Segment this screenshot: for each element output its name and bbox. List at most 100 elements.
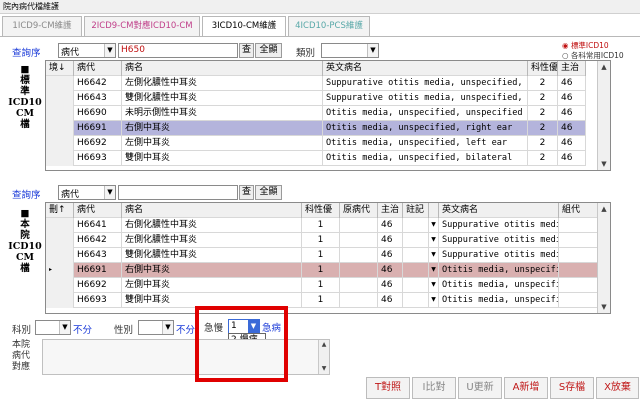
top-query-input[interactable]: H650 — [118, 43, 238, 58]
scroll-up-icon[interactable]: ▲ — [598, 61, 610, 73]
top-side-label: ■ 標 準 ICD10 CM 檔 — [8, 64, 42, 130]
cell-code: H6691 — [74, 263, 122, 278]
scroll-down-icon[interactable]: ▼ — [319, 364, 329, 374]
dept-hint: 不分 — [73, 325, 93, 336]
chevron-down-icon[interactable]: ▼ — [429, 278, 439, 293]
col-header[interactable]: 組代 — [559, 203, 601, 218]
cell-priority: 2 — [528, 106, 558, 121]
chevron-down-icon[interactable]: ▼ — [429, 293, 439, 308]
table-row[interactable]: H6692 左側中耳炎 1 46 ▼ Otitis media, unspeci… — [46, 278, 601, 293]
table-row[interactable]: H6641 右側化膿性中耳炎 1 46 ▼ Suppurative otitis… — [46, 218, 601, 233]
bottom-query-input[interactable] — [118, 185, 238, 200]
cell-note[interactable] — [403, 218, 429, 233]
cell-code: H6643 — [74, 91, 122, 106]
col-header[interactable]: 主治 — [378, 203, 403, 218]
cell-orig-code — [340, 218, 378, 233]
row-indicator — [46, 91, 74, 106]
save-button[interactable]: S存檔 — [550, 377, 594, 399]
bottom-grid-vscrollbar[interactable]: ▲ ▼ — [597, 203, 610, 313]
cell-priority: 2 — [528, 151, 558, 166]
col-header[interactable]: 境↓ — [46, 61, 74, 76]
table-row[interactable]: H6642 左側化膿性中耳炎 1 46 ▼ Suppurative otitis… — [46, 233, 601, 248]
col-header[interactable]: 病名 — [122, 61, 323, 76]
chevron-down-icon[interactable]: ▼ — [429, 233, 439, 248]
tab-icd9-maintain[interactable]: 1ICD9-CM維護 — [2, 16, 82, 36]
cell-note[interactable] — [403, 278, 429, 293]
cell-note[interactable] — [403, 293, 429, 308]
chevron-down-icon: ▼ — [59, 321, 70, 334]
col-header[interactable]: 刪↑ — [46, 203, 74, 218]
top-grid-vscrollbar[interactable]: ▲ ▼ — [597, 61, 610, 170]
scroll-up-icon[interactable]: ▲ — [598, 203, 610, 215]
table-row-selected[interactable]: H6691 右側中耳炎 Otitis media, unspecified, r… — [46, 121, 586, 136]
col-header[interactable]: 主治 — [558, 61, 586, 76]
bottom-query-field-select[interactable]: 病代 ▼ — [58, 185, 116, 200]
table-row[interactable]: H6693 雙側中耳炎 Otitis media, unspecified, b… — [46, 151, 586, 166]
row-indicator — [46, 278, 74, 293]
col-header[interactable]: 科性優 — [528, 61, 558, 76]
category-select[interactable]: ▼ — [321, 43, 379, 58]
cell-note[interactable] — [403, 248, 429, 263]
add-button[interactable]: A新增 — [504, 377, 548, 399]
discard-button[interactable]: X放棄 — [596, 377, 639, 399]
table-row[interactable]: H6693 雙側中耳炎 1 46 ▼ Otitis media, unspeci… — [46, 293, 601, 308]
mapping-vscrollbar[interactable]: ▲ ▼ — [318, 340, 329, 374]
chevron-down-icon[interactable]: ▼ — [429, 248, 439, 263]
scroll-up-icon[interactable]: ▲ — [319, 340, 329, 350]
radio-standard-icd10[interactable]: ◉ 標準ICD10 — [562, 41, 638, 51]
col-header[interactable]: 英文病名 — [439, 203, 559, 218]
tab-icd10pcs-maintain[interactable]: 4ICD10-PCS維護 — [288, 16, 370, 36]
col-header[interactable]: 科性優 — [302, 203, 340, 218]
col-header[interactable]: 病代 — [74, 203, 122, 218]
bottom-search-button[interactable]: 查 — [239, 185, 254, 200]
cell-english: Suppurative otitis media — [439, 248, 559, 263]
cell-doctor: 46 — [558, 76, 586, 91]
top-query-field-select[interactable]: 病代 ▼ — [58, 43, 116, 58]
cell-english: Otitis media, unspecified, bilateral — [323, 151, 528, 166]
col-header[interactable]: 病名 — [122, 203, 302, 218]
table-row-selected[interactable]: ▸ H6691 右側中耳炎 1 46 ▼ Otitis media, unspe… — [46, 263, 601, 278]
tab-divider — [0, 36, 640, 37]
table-row[interactable]: H6692 左側中耳炎 Otitis media, unspecified, l… — [46, 136, 586, 151]
cell-group — [559, 278, 601, 293]
chevron-down-icon[interactable]: ▼ — [429, 263, 439, 278]
table-row[interactable]: H6643 雙側化膿性中耳炎 Suppurative otitis media,… — [46, 91, 586, 106]
bottom-query-field-value: 病代 — [61, 190, 80, 200]
update-button[interactable]: U更新 — [458, 377, 502, 399]
chevron-down-icon[interactable]: ▼ — [429, 218, 439, 233]
tab-icd9-map-icd10[interactable]: 2ICD9-CM對應ICD10-CM — [84, 16, 200, 36]
scroll-down-icon[interactable]: ▼ — [598, 158, 610, 170]
cell-note[interactable] — [403, 263, 429, 278]
table-row[interactable]: H6643 雙側化膿性中耳炎 1 46 ▼ Suppurative otitis… — [46, 248, 601, 263]
cell-name: 左側中耳炎 — [122, 136, 323, 151]
tab-icd10cm-maintain[interactable]: 3ICD10-CM維護 — [202, 16, 286, 37]
col-header[interactable]: 原病代 — [340, 203, 378, 218]
top-show-all-button[interactable]: 全顯 — [255, 43, 282, 58]
col-header[interactable]: 英文病名 — [323, 61, 528, 76]
cell-priority: 1 — [302, 278, 340, 293]
compare-button[interactable]: I比對 — [412, 377, 456, 399]
col-header[interactable]: 註記 — [403, 203, 429, 218]
table-row[interactable]: H6690 未明示側性中耳炎 Otitis media, unspecified… — [46, 106, 586, 121]
standard-icd10-grid[interactable]: 境↓ 病代 病名 英文病名 科性優 主治 H6642 左側化膿性中耳炎 Supp… — [45, 60, 611, 171]
cell-code: H6691 — [74, 121, 122, 136]
query-mapping-button[interactable]: T對照 — [366, 377, 410, 399]
col-header[interactable] — [429, 203, 439, 218]
top-search-button[interactable]: 查 — [239, 43, 254, 58]
cell-note[interactable] — [403, 233, 429, 248]
dept-select[interactable]: ▼ — [35, 320, 71, 335]
local-icd10-grid[interactable]: 刪↑ 病代 病名 科性優 原病代 主治 註記 英文病名 組代 H6641 右側化… — [45, 202, 611, 314]
scroll-down-icon[interactable]: ▼ — [598, 301, 610, 313]
cell-priority: 1 — [302, 248, 340, 263]
table-row[interactable]: H6642 左側化膿性中耳炎 Suppurative otitis media,… — [46, 76, 586, 91]
bottom-show-all-button[interactable]: 全顯 — [255, 185, 282, 200]
cell-code: H6641 — [74, 218, 122, 233]
col-header[interactable]: 病代 — [74, 61, 122, 76]
bottom-side-label: ■ 本 院 ICD10 CM 檔 — [8, 208, 42, 274]
cell-priority: 1 — [302, 263, 340, 278]
dept-label: 科別 — [12, 325, 32, 336]
chevron-down-icon: ▼ — [162, 321, 173, 334]
grid-header: 刪↑ 病代 病名 科性優 原病代 主治 註記 英文病名 組代 — [46, 203, 601, 218]
cell-orig-code — [340, 278, 378, 293]
sex-select[interactable]: ▼ — [138, 320, 174, 335]
